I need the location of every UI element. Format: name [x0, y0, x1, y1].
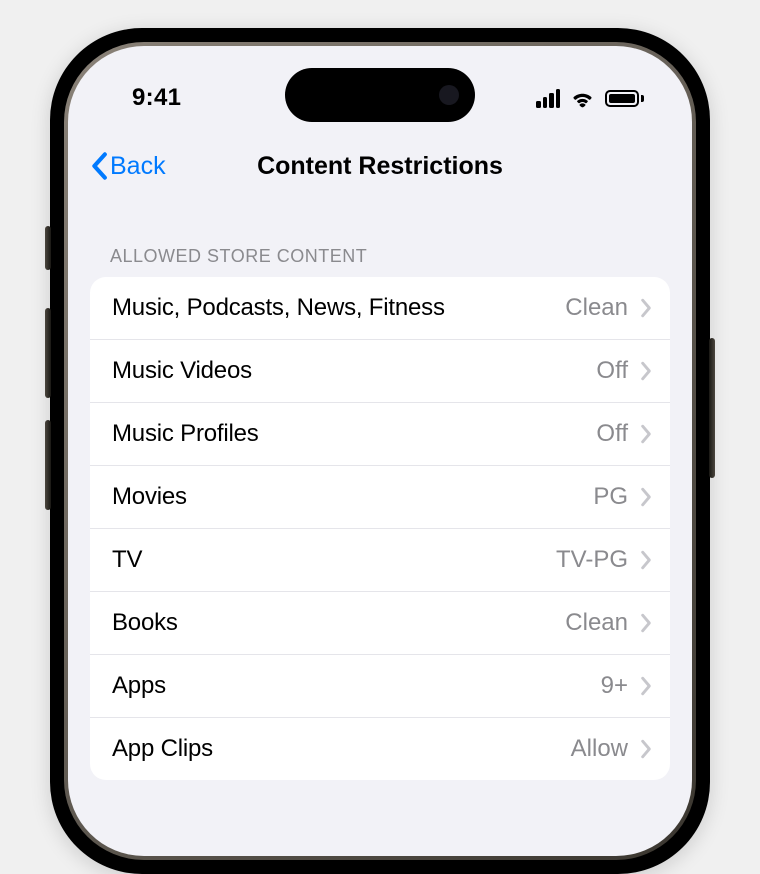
silent-switch	[45, 226, 51, 270]
row-music-profiles[interactable]: Music Profiles Off	[90, 403, 670, 466]
chevron-right-icon	[640, 298, 652, 318]
chevron-right-icon	[640, 550, 652, 570]
chevron-right-icon	[640, 361, 652, 381]
row-value: Clean	[565, 294, 628, 322]
row-music-podcasts-news-fitness[interactable]: Music, Podcasts, News, Fitness Clean	[90, 277, 670, 340]
phone-screen: 9:41	[68, 46, 692, 856]
row-label: TV	[112, 546, 556, 574]
row-label: App Clips	[112, 735, 571, 763]
status-icons	[536, 89, 644, 108]
row-value: Off	[596, 420, 628, 448]
row-value: Allow	[571, 735, 628, 763]
row-label: Music Videos	[112, 357, 596, 385]
power-button	[709, 338, 715, 478]
phone-frame: 9:41	[50, 28, 710, 874]
volume-up-button	[45, 308, 51, 398]
row-tv[interactable]: TV TV-PG	[90, 529, 670, 592]
chevron-right-icon	[640, 739, 652, 759]
dynamic-island	[285, 68, 475, 122]
row-label: Music Profiles	[112, 420, 596, 448]
chevron-right-icon	[640, 424, 652, 444]
phone-bezel: 9:41	[64, 42, 696, 860]
chevron-right-icon	[640, 613, 652, 633]
row-label: Music, Podcasts, News, Fitness	[112, 294, 565, 322]
row-value: 9+	[601, 672, 628, 700]
row-apps[interactable]: Apps 9+	[90, 655, 670, 718]
chevron-left-icon	[90, 152, 108, 180]
settings-list: Music, Podcasts, News, Fitness Clean Mus…	[90, 277, 670, 780]
row-app-clips[interactable]: App Clips Allow	[90, 718, 670, 780]
section-header: ALLOWED STORE CONTENT	[90, 246, 670, 277]
battery-icon	[605, 90, 644, 107]
row-music-videos[interactable]: Music Videos Off	[90, 340, 670, 403]
row-value: PG	[593, 483, 628, 511]
row-value: TV-PG	[556, 546, 628, 574]
cellular-icon	[536, 89, 560, 108]
chevron-right-icon	[640, 487, 652, 507]
allowed-store-content-section: ALLOWED STORE CONTENT Music, Podcasts, N…	[68, 196, 692, 780]
page-title: Content Restrictions	[257, 152, 503, 181]
back-button[interactable]: Back	[90, 152, 166, 181]
row-label: Books	[112, 609, 565, 637]
row-label: Apps	[112, 672, 601, 700]
wifi-icon	[570, 89, 595, 108]
back-label: Back	[110, 152, 166, 181]
volume-down-button	[45, 420, 51, 510]
row-movies[interactable]: Movies PG	[90, 466, 670, 529]
row-value: Off	[596, 357, 628, 385]
row-label: Movies	[112, 483, 593, 511]
chevron-right-icon	[640, 676, 652, 696]
status-time: 9:41	[132, 84, 181, 112]
row-books[interactable]: Books Clean	[90, 592, 670, 655]
row-value: Clean	[565, 609, 628, 637]
navigation-bar: Back Content Restrictions	[68, 136, 692, 196]
